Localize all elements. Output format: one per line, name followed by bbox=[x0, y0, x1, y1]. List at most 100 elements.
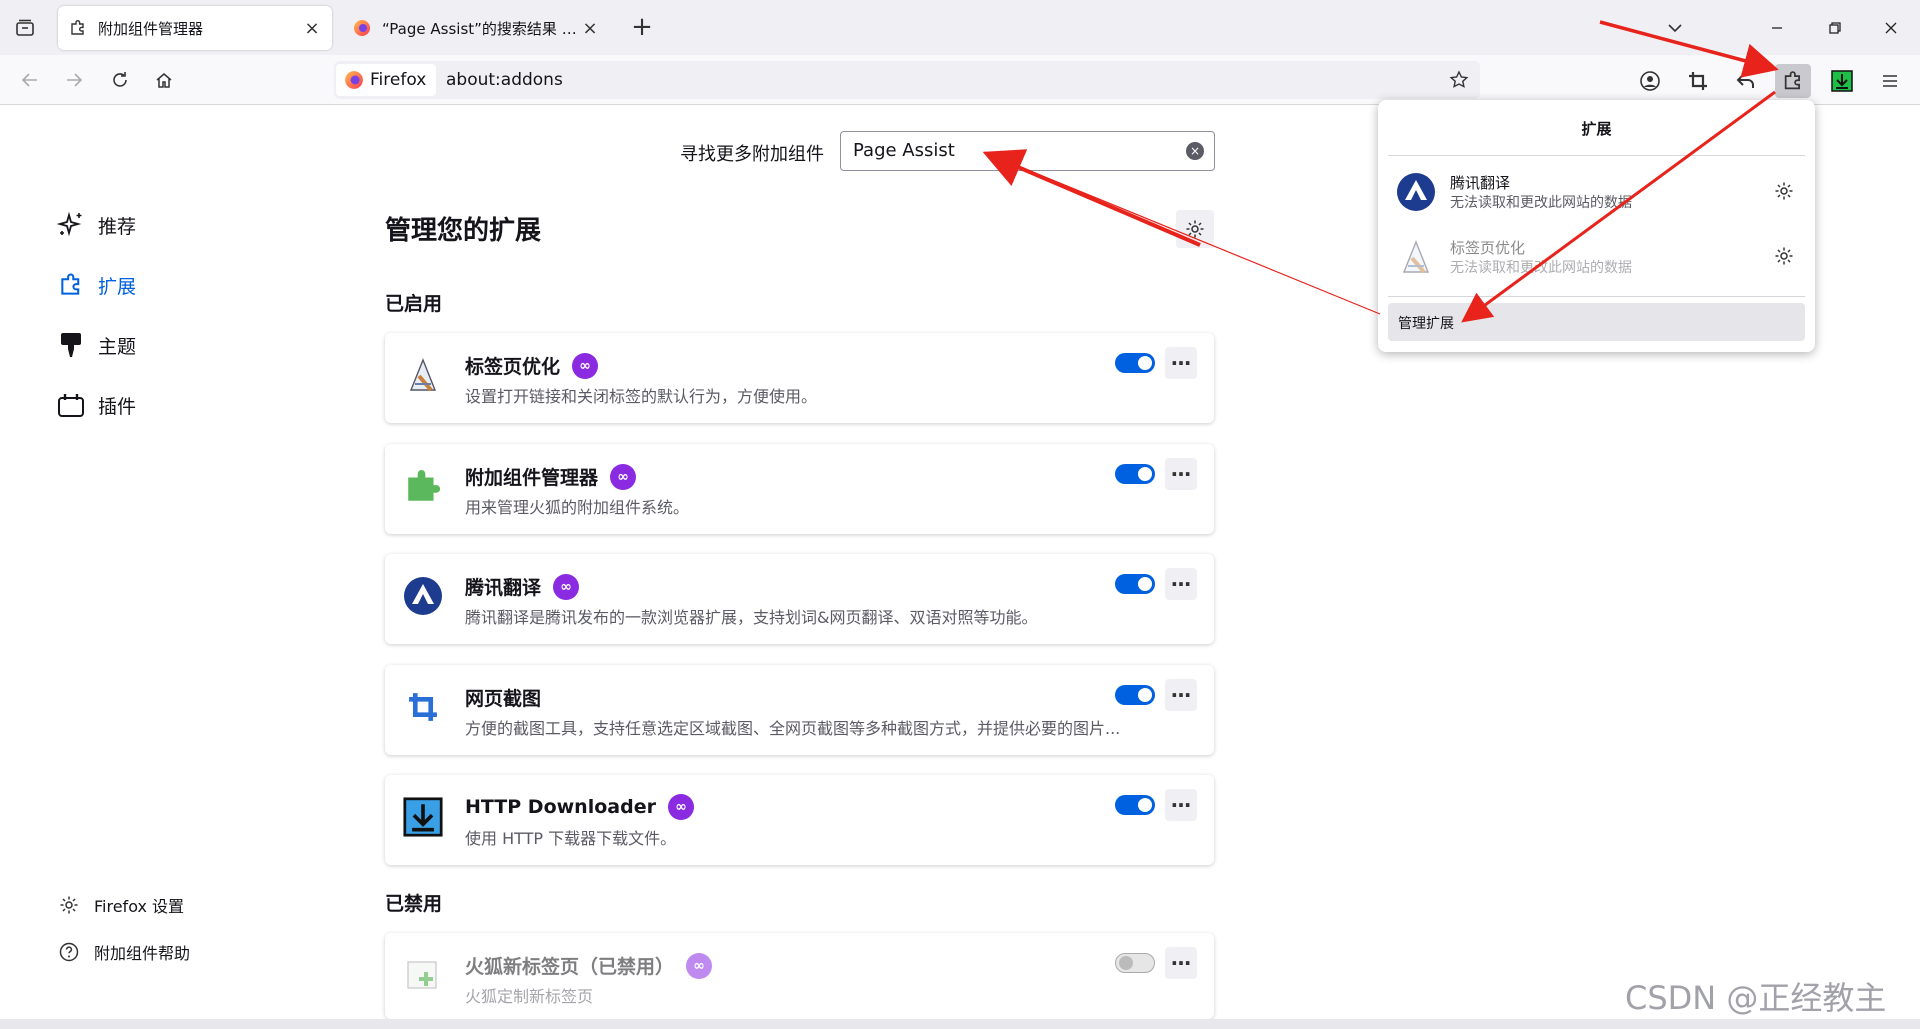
enable-toggle[interactable] bbox=[1115, 685, 1155, 705]
addon-name: 网页截图 bbox=[465, 688, 542, 710]
more-options-button[interactable]: … bbox=[1165, 947, 1197, 979]
tab-optimize-icon bbox=[403, 355, 443, 395]
brush-icon bbox=[56, 330, 86, 360]
addons-help-link[interactable]: 附加组件帮助 bbox=[58, 940, 190, 964]
help-icon bbox=[58, 941, 80, 963]
account-icon[interactable] bbox=[1632, 64, 1668, 98]
clear-icon[interactable]: × bbox=[1186, 142, 1204, 160]
crop-screenshot-icon[interactable] bbox=[1680, 64, 1716, 98]
more-options-button[interactable]: … bbox=[1165, 789, 1197, 821]
addon-description: 用来管理火狐的附加组件系统。 bbox=[465, 498, 690, 517]
panel-item-sub: 无法读取和更改此网站的数据 bbox=[1450, 260, 1632, 276]
more-options-button[interactable]: … bbox=[1165, 679, 1197, 711]
enable-toggle[interactable] bbox=[1115, 353, 1155, 373]
search-box[interactable]: × bbox=[840, 131, 1215, 171]
firefox-icon bbox=[344, 70, 364, 90]
url-text[interactable]: about:addons bbox=[446, 70, 563, 90]
addon-description: 使用 HTTP 下载器下载文件。 bbox=[465, 829, 677, 848]
enable-toggle[interactable] bbox=[1115, 574, 1155, 594]
home-icon[interactable] bbox=[148, 64, 180, 96]
page-options-button[interactable] bbox=[1176, 210, 1214, 248]
identity-label: Firefox bbox=[370, 70, 427, 90]
addon-description: 火狐定制新标签页 bbox=[465, 987, 594, 1006]
addons-search-input[interactable] bbox=[853, 140, 1173, 161]
category-extensions[interactable]: 扩展 bbox=[56, 265, 136, 305]
more-options-button[interactable]: … bbox=[1165, 458, 1197, 490]
more-options-button[interactable]: … bbox=[1165, 568, 1197, 600]
addon-description: 方便的截图工具，支持任意选定区域截图、全网页截图等多种截图方式，并提供必要的图片… bbox=[465, 719, 1121, 738]
panel-title: 扩展 bbox=[1581, 120, 1612, 138]
category-label: 插件 bbox=[98, 395, 137, 418]
category-recommended[interactable]: 推荐 bbox=[56, 205, 136, 245]
crop-screenshot-icon bbox=[403, 687, 443, 727]
restore-icon[interactable] bbox=[1820, 14, 1850, 42]
enable-toggle[interactable] bbox=[1115, 464, 1155, 484]
addon-description: 腾讯翻译是腾讯发布的一款浏览器扩展，支持划词&网页翻译、双语对照等功能。 bbox=[465, 608, 1038, 627]
undo-icon[interactable] bbox=[1728, 64, 1764, 98]
minimize-icon[interactable] bbox=[1762, 14, 1792, 42]
enable-toggle[interactable] bbox=[1115, 953, 1155, 973]
tab-title: 附加组件管理器 bbox=[98, 19, 204, 38]
extensions-button[interactable] bbox=[1775, 64, 1811, 98]
recommended-badge-icon[interactable]: ∞ bbox=[572, 352, 599, 379]
manage-extensions-button[interactable]: 管理扩展 bbox=[1388, 303, 1805, 341]
tab-overview-icon[interactable] bbox=[12, 16, 38, 40]
puzzle-green-icon bbox=[403, 466, 443, 506]
tab-addons-manager[interactable]: 附加组件管理器 × bbox=[58, 6, 332, 50]
divider bbox=[1388, 155, 1805, 156]
more-options-button[interactable]: … bbox=[1165, 347, 1197, 379]
gear-icon bbox=[1186, 220, 1204, 238]
panel-item[interactable]: 标签页优化 无法读取和更改此网站的数据 bbox=[1396, 231, 1796, 281]
page-title: 管理您的扩展 bbox=[385, 216, 542, 246]
close-icon[interactable]: × bbox=[302, 18, 322, 39]
tab-search-results[interactable]: “Page Assist”的搜索结果 – Firefox × bbox=[342, 6, 610, 50]
recommended-badge-icon[interactable]: ∞ bbox=[610, 463, 637, 490]
firefox-icon bbox=[352, 18, 372, 38]
category-label: 主题 bbox=[98, 335, 137, 358]
panel-item-name: 标签页优化 bbox=[1450, 239, 1526, 257]
category-label: 推荐 bbox=[98, 215, 137, 238]
category-themes[interactable]: 主题 bbox=[56, 325, 136, 365]
puzzle-icon bbox=[68, 18, 88, 38]
firefox-settings-link[interactable]: Firefox 设置 bbox=[58, 893, 184, 917]
close-icon[interactable]: × bbox=[580, 18, 600, 39]
back-icon[interactable] bbox=[14, 64, 46, 96]
bookmark-star-icon[interactable] bbox=[1446, 67, 1472, 93]
panel-item-sub: 无法读取和更改此网站的数据 bbox=[1450, 195, 1632, 211]
menu-icon[interactable] bbox=[1872, 64, 1908, 98]
new-tab-page-icon bbox=[403, 955, 443, 995]
recommended-badge-icon[interactable]: ∞ bbox=[667, 794, 694, 820]
url-bar[interactable]: Firefox about:addons bbox=[334, 61, 1480, 99]
addon-card: HTTP Downloader ∞ 使用 HTTP 下载器下载文件。 … bbox=[385, 775, 1214, 865]
reload-icon[interactable] bbox=[104, 64, 136, 96]
download-icon[interactable] bbox=[1824, 64, 1860, 98]
addon-name: 附加组件管理器 bbox=[465, 467, 599, 489]
addon-name: 腾讯翻译 bbox=[465, 577, 542, 599]
disabled-heading: 已禁用 bbox=[385, 893, 443, 915]
extensions-panel: 扩展 腾讯翻译 无法读取和更改此网站的数据 标签页优化 无法读取和更改此网站的数… bbox=[1378, 100, 1815, 352]
gear-icon[interactable] bbox=[1772, 244, 1796, 268]
panel-item[interactable]: 腾讯翻译 无法读取和更改此网站的数据 bbox=[1396, 166, 1796, 216]
addon-card: 火狐新标签页（已禁用） ∞ 火狐定制新标签页 … bbox=[385, 933, 1214, 1019]
close-window-icon[interactable] bbox=[1876, 14, 1906, 42]
gear-icon[interactable] bbox=[1772, 179, 1796, 203]
panel-item-name: 腾讯翻译 bbox=[1450, 174, 1511, 192]
watermark: CSDN @正经教主 bbox=[1625, 979, 1887, 1017]
addon-card: 标签页优化 ∞ 设置打开链接和关闭标签的默认行为，方便使用。 … bbox=[385, 333, 1214, 423]
category-label: 扩展 bbox=[98, 275, 137, 298]
enabled-heading: 已启用 bbox=[385, 293, 443, 315]
recommended-badge-icon[interactable]: ∞ bbox=[686, 952, 713, 979]
addon-card: 附加组件管理器 ∞ 用来管理火狐的附加组件系统。 … bbox=[385, 444, 1214, 534]
sparkle-icon bbox=[56, 210, 86, 240]
new-tab-button[interactable]: + bbox=[628, 14, 656, 42]
recommended-badge-icon[interactable]: ∞ bbox=[553, 573, 580, 600]
divider bbox=[1388, 296, 1805, 297]
tab-title: “Page Assist”的搜索结果 – Firefox bbox=[382, 19, 580, 38]
addon-name: HTTP Downloader bbox=[465, 796, 656, 818]
category-plugins[interactable]: 插件 bbox=[56, 385, 136, 425]
enable-toggle[interactable] bbox=[1115, 795, 1155, 815]
list-all-tabs-icon[interactable] bbox=[1660, 14, 1690, 42]
identity-box[interactable]: Firefox bbox=[336, 64, 437, 96]
forward-icon[interactable] bbox=[58, 64, 90, 96]
tencent-translate-icon bbox=[1396, 172, 1436, 212]
